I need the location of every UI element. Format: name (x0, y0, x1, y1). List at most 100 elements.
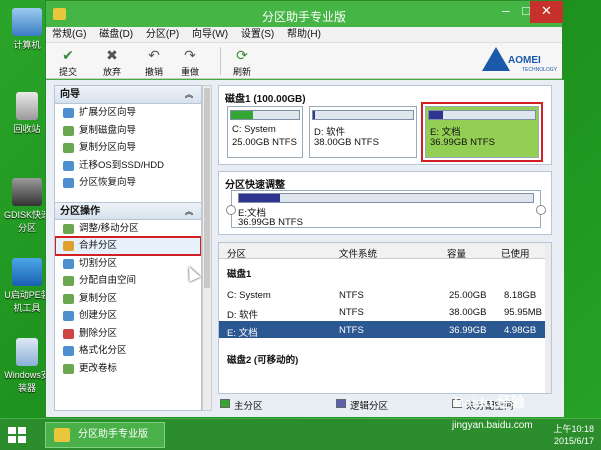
op-format-partition[interactable]: 格式化分区 (55, 342, 201, 360)
group-label: 磁盘2 (可移动的) (227, 355, 299, 366)
collapse-icon[interactable]: ︽ (185, 203, 193, 221)
op-merge-partition[interactable]: 合并分区 (55, 236, 201, 256)
checkmark-icon: ✔ (62, 47, 74, 63)
partition-e[interactable]: E: 文档 36.99GB NTFS (421, 102, 543, 162)
cell-fs: NTFS (339, 289, 364, 301)
logo-subtext: TECHNOLOGY (522, 67, 558, 73)
minimize-button[interactable]: – (496, 1, 516, 23)
migrate-icon (63, 160, 74, 171)
left-scrollbar[interactable] (202, 85, 212, 411)
x-icon: ✖ (106, 47, 118, 63)
item-label: 创建分区 (79, 310, 118, 321)
windows-logo-icon (18, 427, 26, 434)
app-window: 分区助手专业版 – □ ✕ 常规(G) 磁盘(D) 分区(P) 向导(W) 设置… (45, 0, 564, 417)
group-label: 磁盘1 (227, 269, 252, 280)
slider-right-handle[interactable] (536, 205, 546, 215)
wizard-copy-disk[interactable]: 复制磁盘向导 (55, 122, 201, 140)
menu-help[interactable]: 帮助(H) (287, 27, 321, 43)
op-copy-partition[interactable]: 复制分区 (55, 290, 201, 308)
partition-table: 分区 文件系统 容量 已使用 磁盘1 C: System NTFS 25.00G… (218, 242, 552, 394)
wizard-partition-recovery[interactable]: 分区恢复向导 (55, 174, 201, 192)
undo-label: 撤销 (144, 67, 163, 77)
cell-fs: NTFS (339, 307, 364, 318)
u-launch-icon (12, 258, 42, 286)
refresh-icon: ⟳ (236, 47, 248, 63)
table-row-selected[interactable]: E: 文档 NTFS 36.99GB 4.98GB (219, 320, 551, 339)
item-label: 更改卷标 (79, 362, 118, 374)
clock[interactable]: 上午10:18 2015/6/17 (534, 423, 594, 447)
redo-icon: ↷ (184, 47, 196, 63)
wizard-copy-partition[interactable]: 复制分区向导 (55, 139, 201, 157)
item-label: 迁移OS到SSD/HDD (79, 159, 164, 171)
cell-capacity: 25.00GB (449, 289, 487, 301)
cell-used: 8.18GB (504, 289, 537, 301)
table-group-row[interactable]: 磁盘1 (219, 262, 551, 280)
table-row[interactable]: C: System NTFS 25.00GB 8.18GB (219, 286, 551, 304)
right-pane: 磁盘1 (100.00GB) C: System 25.00GB NTFS D:… (218, 85, 558, 412)
wizard-section-header[interactable]: 向导 ︽ (55, 86, 201, 104)
refresh-label: 刷新 (232, 67, 251, 77)
close-button[interactable]: ✕ (530, 1, 563, 23)
clock-date: 2015/6/17 (553, 436, 594, 446)
start-button[interactable] (8, 427, 26, 443)
item-label: 扩展分区向导 (79, 107, 137, 118)
desktop-icon-label: 回收站 (13, 124, 41, 134)
cell-partition: D: 软件 (227, 310, 259, 321)
item-label: 分配自由空间 (79, 275, 137, 286)
menu-settings[interactable]: 设置(S) (241, 27, 274, 43)
col-used[interactable]: 已使用 (501, 246, 530, 260)
redo-button[interactable]: ↷ 重做 (176, 46, 204, 78)
logo-text: AOMEI (508, 55, 541, 66)
apply-label: 提交 (58, 67, 77, 77)
partition-d[interactable]: D: 软件 38.00GB NTFS (309, 106, 417, 158)
recovery-icon (63, 178, 74, 188)
menu-disk[interactable]: 磁盘(D) (99, 27, 133, 43)
partition-ops-section-header[interactable]: 分区操作 ︽ (55, 201, 201, 221)
menu-wizard[interactable]: 向导(W) (192, 27, 228, 43)
op-delete-partition[interactable]: 删除分区 (55, 325, 201, 343)
slider-bar (238, 193, 534, 203)
extend-icon (63, 108, 74, 118)
wizard-migrate-os[interactable]: 迁移OS到SSD/HDD (55, 157, 201, 175)
apply-button[interactable]: ✔ 提交 (54, 46, 82, 78)
taskbar-app-label: 分区助手专业版 (78, 429, 148, 440)
item-label: 切割分区 (79, 257, 118, 269)
quick-adjust-slider[interactable]: E:文档 36.99GB NTFS (226, 190, 546, 228)
op-change-label[interactable]: 更改卷标 (55, 360, 201, 378)
split-icon (63, 258, 74, 269)
op-create-partition[interactable]: 创建分区 (55, 307, 201, 325)
quick-adjust-title: 分区快速调整 (225, 180, 285, 191)
discard-label: 放弃 (102, 67, 121, 77)
op-resize-move[interactable]: 调整/移动分区 (55, 220, 201, 238)
table-group-row[interactable]: 磁盘2 (可移动的) (219, 348, 551, 366)
discard-button[interactable]: ✖ 放弃 (98, 46, 126, 78)
table-scrollbar[interactable] (545, 243, 551, 393)
item-label: 格式化分区 (79, 345, 127, 356)
scroll-thumb[interactable] (204, 88, 210, 288)
title-bar[interactable]: 分区助手专业版 – □ ✕ (46, 1, 563, 27)
resize-icon (63, 223, 74, 234)
partition-c[interactable]: C: System 25.00GB NTFS (227, 106, 303, 158)
slider-partition-info: 36.99GB NTFS (238, 217, 303, 228)
op-split-partition[interactable]: 切割分区 (55, 255, 201, 273)
menu-bar: 常规(G) 磁盘(D) 分区(P) 向导(W) 设置(S) 帮助(H) (46, 27, 562, 43)
wizard-extend-partition[interactable]: 扩展分区向导 (55, 104, 201, 122)
taskbar-app-button[interactable]: 分区助手专业版 (45, 422, 165, 448)
partition-name: D: 软件 (314, 127, 346, 138)
windows-logo-icon (8, 436, 16, 443)
col-filesystem[interactable]: 文件系统 (339, 246, 377, 260)
table-row[interactable]: D: 软件 NTFS 38.00GB 95.95MB (219, 303, 551, 321)
menu-partition[interactable]: 分区(P) (146, 27, 179, 43)
collapse-icon[interactable]: ︽ (185, 86, 193, 104)
copy-disk-icon (63, 125, 74, 136)
slider-left-handle[interactable] (226, 205, 236, 215)
op-allocate-free-space[interactable]: 分配自由空间 (55, 272, 201, 290)
cell-capacity: 36.99GB (449, 324, 487, 336)
col-capacity[interactable]: 容量 (447, 246, 466, 260)
col-partition[interactable]: 分区 (227, 246, 246, 260)
table-header: 分区 文件系统 容量 已使用 (219, 243, 551, 260)
item-label: 删除分区 (79, 327, 118, 339)
refresh-button[interactable]: ⟳ 刷新 (228, 46, 256, 78)
menu-general[interactable]: 常规(G) (52, 27, 86, 43)
undo-button[interactable]: ↶ 撤销 (140, 46, 168, 78)
